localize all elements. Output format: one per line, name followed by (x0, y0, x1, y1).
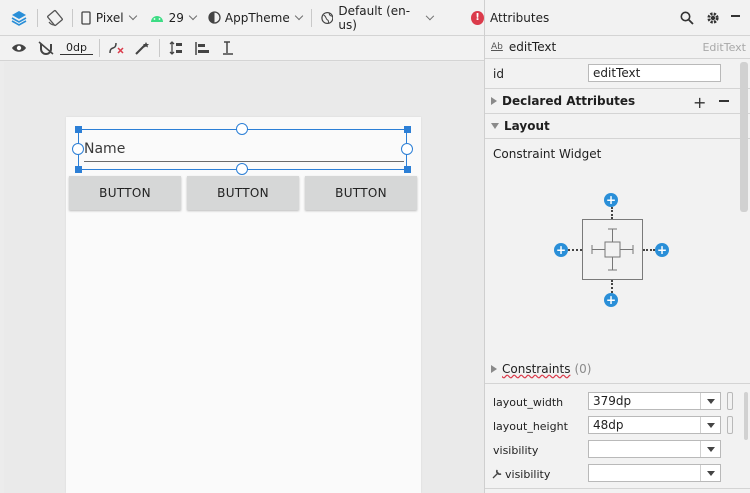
locale-label: Default (en-us) (338, 3, 411, 32)
view-options-icon[interactable] (11, 42, 27, 54)
component-row: Ab editText EditText (485, 36, 750, 58)
search-icon[interactable] (680, 11, 694, 25)
globe-icon (320, 11, 334, 24)
theme-selector[interactable]: AppTheme (208, 0, 303, 35)
layout-title: Layout (504, 119, 550, 133)
visibility-field[interactable] (588, 440, 721, 458)
constraint-widget-row: Constraint Widget (485, 144, 750, 164)
attributes-scrollbar[interactable] (740, 62, 748, 212)
edittext-hint: Name (84, 141, 126, 157)
declared-attributes-title: Declared Attributes (502, 94, 636, 108)
chevron-down-icon[interactable] (700, 465, 720, 481)
layout-width-value: 379dp (593, 394, 632, 408)
minimize-icon[interactable] (731, 15, 740, 17)
layout-height-field[interactable]: 48dp (588, 416, 721, 434)
locale-selector[interactable]: Default (en-us) (320, 0, 434, 35)
constraint-widget-label: Constraint Widget (493, 147, 602, 161)
component-type: EditText (702, 40, 746, 54)
layout-width-label: layout_width (493, 395, 564, 409)
constraint-widget-box (582, 219, 643, 280)
default-margin-field[interactable]: 0dp (60, 41, 93, 55)
fields-scrollbar[interactable] (744, 392, 748, 440)
layout-width-picker[interactable] (727, 392, 733, 410)
device-label: Pixel (95, 10, 124, 25)
layout-width-field[interactable]: 379dp (588, 392, 721, 410)
add-attribute-icon[interactable]: + (693, 93, 706, 112)
resize-handle-top-right[interactable] (404, 126, 411, 133)
layout-height-picker[interactable] (727, 416, 733, 434)
remove-attribute-icon[interactable] (719, 100, 729, 102)
id-label: id (493, 67, 504, 81)
anchor-bottom[interactable] (236, 163, 248, 175)
declared-attributes-header[interactable]: Declared Attributes + (485, 89, 750, 113)
android-icon (150, 15, 163, 22)
resize-handle-top-left[interactable] (75, 126, 82, 133)
wrench-icon (492, 469, 502, 479)
id-input[interactable]: editText (588, 64, 721, 82)
component-type-icon: Ab (491, 42, 503, 52)
design-editor: Pixel 29 AppTheme Default (en-us) ! 0dp (0, 0, 484, 493)
attributes-panel: Attributes Ab editText EditText id editT… (484, 0, 750, 493)
add-left-constraint-icon[interactable]: + (554, 243, 568, 257)
design-canvas[interactable]: Name BUTTON BUTTON BUTTON (4, 62, 484, 493)
chevron-down-icon[interactable] (700, 441, 720, 457)
add-bottom-constraint-icon[interactable]: + (604, 293, 618, 307)
attributes-header: Attributes (485, 0, 750, 36)
constraints-header[interactable]: Constraints (0) (485, 358, 750, 380)
add-top-constraint-icon[interactable]: + (604, 193, 618, 207)
layout-height-value: 48dp (593, 418, 624, 432)
clear-constraints-icon[interactable] (108, 41, 126, 55)
align-icon[interactable] (194, 40, 210, 56)
anchor-right[interactable] (401, 143, 413, 155)
api-level-selector[interactable]: 29 (150, 0, 198, 35)
layers-icon[interactable] (10, 9, 28, 27)
phone-icon (81, 10, 91, 25)
theme-label: AppTheme (224, 10, 290, 25)
pack-icon[interactable] (168, 40, 184, 56)
anchor-top[interactable] (236, 123, 248, 135)
tools-visibility-field[interactable] (588, 464, 721, 482)
preview-button-1[interactable]: BUTTON (69, 176, 181, 210)
preview-button-2[interactable]: BUTTON (187, 176, 299, 210)
chevron-down-icon[interactable] (700, 417, 720, 433)
device-selector[interactable]: Pixel (81, 0, 137, 35)
error-icon[interactable]: ! (471, 10, 484, 25)
preview-button-3[interactable]: BUTTON (305, 176, 417, 210)
chevron-down-icon[interactable] (700, 393, 720, 409)
component-name: editText (508, 40, 557, 54)
tools-visibility-label: visibility (505, 467, 551, 481)
constraints-count: (0) (574, 362, 592, 376)
visibility-label: visibility (493, 443, 539, 457)
theme-icon (208, 11, 221, 24)
add-right-constraint-icon[interactable]: + (655, 243, 669, 257)
attributes-title: Attributes (490, 10, 550, 25)
gear-icon[interactable] (706, 11, 720, 25)
layout-header[interactable]: Layout (485, 114, 750, 138)
api-level-label: 29 (168, 10, 184, 25)
anchor-left[interactable] (72, 143, 84, 155)
autoconnect-off-icon[interactable] (38, 41, 54, 55)
design-toolbar: Pixel 29 AppTheme Default (en-us) ! (0, 0, 484, 36)
constraints-label: Constraints (502, 362, 571, 376)
resize-handle-bottom-left[interactable] (75, 166, 82, 173)
layout-height-label: layout_height (493, 419, 568, 433)
edittext-underline (84, 161, 404, 162)
infer-constraints-icon[interactable] (134, 41, 150, 55)
orientation-icon[interactable] (46, 9, 64, 27)
guidelines-icon[interactable] (220, 40, 236, 56)
constraint-toolbar: 0dp (0, 36, 484, 61)
resize-handle-bottom-right[interactable] (404, 166, 411, 173)
